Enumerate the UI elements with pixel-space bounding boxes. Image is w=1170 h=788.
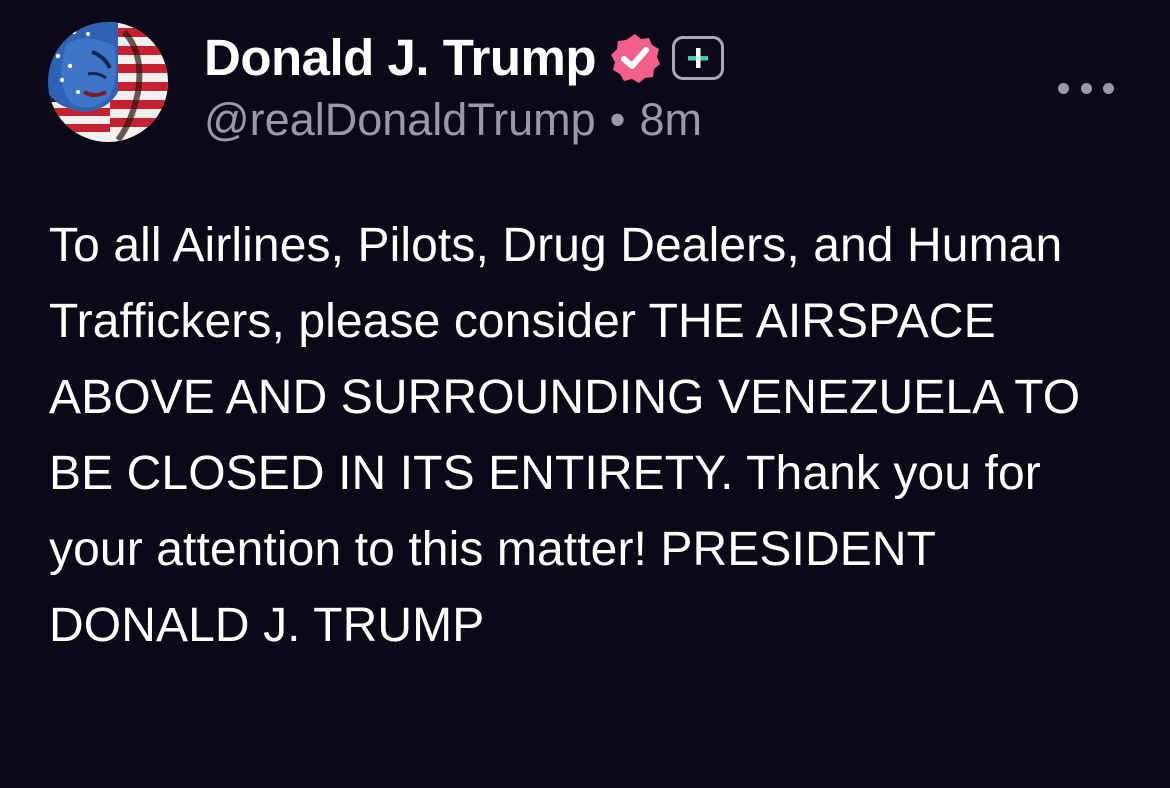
verified-check-icon xyxy=(608,31,662,85)
avatar[interactable] xyxy=(48,22,168,142)
more-options-button[interactable] xyxy=(1058,76,1114,100)
post-timestamp[interactable]: 8m xyxy=(639,92,702,148)
author-handle[interactable]: @realDonaldTrump xyxy=(204,92,596,148)
post-card: Donald J. Trump @realDonaldTrump • 8m To… xyxy=(0,0,1170,788)
name-row: Donald J. Trump xyxy=(204,28,725,88)
avatar-image xyxy=(48,22,168,142)
more-horizontal-icon xyxy=(1058,82,1069,94)
plus-badge-icon xyxy=(672,36,725,80)
post-body-text: To all Airlines, Pilots, Drug Dealers, a… xyxy=(49,219,1081,652)
author-meta: Donald J. Trump @realDonaldTrump • 8m xyxy=(204,22,725,148)
meta-separator: • xyxy=(609,94,626,145)
more-horizontal-icon-dot xyxy=(1080,82,1092,94)
handle-row: @realDonaldTrump • 8m xyxy=(204,92,724,148)
post-header: Donald J. Trump @realDonaldTrump • 8m xyxy=(48,22,725,148)
display-name[interactable]: Donald J. Trump xyxy=(204,28,597,88)
more-horizontal-icon-dot xyxy=(1103,82,1114,94)
